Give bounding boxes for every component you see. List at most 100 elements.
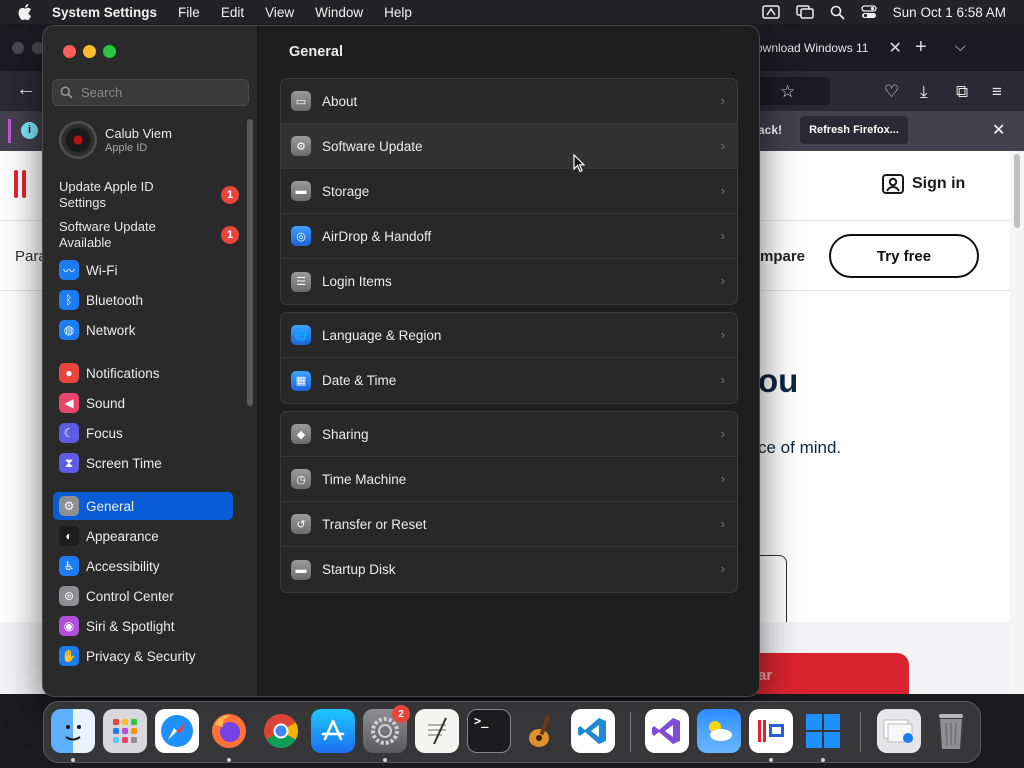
app-store-icon[interactable] bbox=[311, 709, 355, 753]
row-label: Language & Region bbox=[322, 327, 442, 343]
page-nav-fragment-left[interactable]: Para bbox=[15, 248, 47, 265]
chevron-right-icon: › bbox=[720, 372, 725, 387]
apple-menu-icon[interactable] bbox=[18, 4, 36, 20]
row-startup-disk[interactable]: ▬ Startup Disk › bbox=[281, 547, 737, 592]
disk-icon: ▬ bbox=[291, 559, 311, 580]
sidebar-item-network[interactable]: ◍ Network bbox=[53, 316, 233, 344]
extensions-icon[interactable]: ⧉ bbox=[956, 82, 968, 102]
downloads-stack-icon[interactable] bbox=[877, 709, 921, 753]
sidebar-item-privacy-security[interactable]: ✋ Privacy & Security bbox=[53, 642, 233, 670]
row-language-region[interactable]: 🌐 Language & Region › bbox=[281, 313, 737, 358]
back-arrow-icon[interactable]: ← bbox=[16, 78, 36, 101]
window-close-button[interactable] bbox=[63, 45, 76, 58]
window-zoom-button[interactable] bbox=[103, 45, 116, 58]
sidebar-item-bluetooth[interactable]: ᛒ Bluetooth bbox=[53, 286, 233, 314]
menu-app-name[interactable]: System Settings bbox=[52, 5, 157, 20]
sidebar-item-label: Screen Time bbox=[86, 455, 162, 471]
menu-clock[interactable]: Sun Oct 1 6:58 AM bbox=[893, 5, 1006, 20]
textedit-icon[interactable] bbox=[415, 709, 459, 753]
windows-icon[interactable] bbox=[801, 709, 845, 753]
software-update-alert[interactable]: Software Update Available 1 bbox=[59, 219, 239, 251]
display-icon: ▭ bbox=[291, 91, 311, 111]
red-cta-button[interactable]: ar bbox=[740, 653, 909, 694]
sidebar-item-control-center[interactable]: ⊜ Control Center bbox=[53, 582, 233, 610]
dock-separator bbox=[630, 712, 631, 752]
parallels-status-icon[interactable] bbox=[761, 5, 780, 19]
hamburger-menu-icon[interactable]: ≡ bbox=[992, 82, 1002, 102]
sidebar-item-accessibility[interactable]: ♿ Accessibility bbox=[53, 552, 233, 580]
running-indicator bbox=[821, 758, 825, 762]
general-pane: General ▭ About › ⚙ Software Update › ▬ Storage… bbox=[259, 26, 759, 696]
sidebar-item-sound[interactable]: ◀ Sound bbox=[53, 389, 233, 417]
sidebar-item-siri-spotlight[interactable]: ◉ Siri & Spotlight bbox=[53, 612, 233, 640]
sign-in-link[interactable]: Sign in bbox=[882, 174, 965, 194]
visual-studio-icon[interactable] bbox=[645, 709, 689, 753]
bookmark-star-icon[interactable]: ☆ bbox=[780, 82, 795, 102]
refresh-firefox-button[interactable]: Refresh Firefox... bbox=[800, 116, 908, 144]
try-free-button[interactable]: Try free bbox=[829, 234, 979, 278]
alert-label: Update Apple ID Settings bbox=[59, 179, 154, 210]
menu-window[interactable]: Window bbox=[315, 5, 363, 20]
trash-icon[interactable] bbox=[929, 709, 973, 753]
system-settings-window: Calub Viem Apple ID Update Apple ID Sett… bbox=[43, 26, 759, 696]
parallels-icon[interactable] bbox=[749, 709, 793, 753]
sidebar-item-screen-time[interactable]: ⧗ Screen Time bbox=[53, 449, 233, 477]
sidebar-item-label: Network bbox=[86, 322, 136, 338]
menu-edit[interactable]: Edit bbox=[221, 5, 244, 20]
row-sharing[interactable]: ◆ Sharing › bbox=[281, 412, 737, 457]
sidebar-item-wi-fi[interactable]: 〰 Wi-Fi bbox=[53, 256, 233, 284]
row-airdrop-handoff[interactable]: ◎ AirDrop & Handoff › bbox=[281, 214, 737, 259]
weather-icon[interactable] bbox=[697, 709, 741, 753]
control-center-icon[interactable] bbox=[861, 5, 877, 19]
terminal-icon[interactable]: >_ bbox=[467, 709, 511, 753]
network-icon: ◍ bbox=[59, 320, 79, 340]
chevron-right-icon: › bbox=[720, 93, 725, 108]
garageband-icon[interactable] bbox=[519, 709, 563, 753]
page-scrollbar-thumb[interactable] bbox=[1014, 154, 1020, 228]
row-storage[interactable]: ▬ Storage › bbox=[281, 169, 737, 214]
search-icon bbox=[60, 86, 74, 100]
running-indicator bbox=[227, 758, 231, 762]
row-about[interactable]: ▭ About › bbox=[281, 79, 737, 124]
safari-icon[interactable] bbox=[155, 709, 199, 753]
page-nav-fragment-right[interactable]: mpare bbox=[760, 248, 805, 265]
row-software-update[interactable]: ⚙ Software Update › bbox=[281, 124, 737, 169]
running-indicator bbox=[71, 758, 75, 762]
sidebar-item-label: Sound bbox=[86, 395, 126, 411]
search-input[interactable] bbox=[81, 85, 241, 100]
spotlight-search-icon[interactable] bbox=[830, 5, 845, 20]
menu-view[interactable]: View bbox=[265, 5, 294, 20]
row-transfer-or-reset[interactable]: ↺ Transfer or Reset › bbox=[281, 502, 737, 547]
tab-list-chevron-icon[interactable]: ⌵ bbox=[955, 38, 966, 55]
info-icon: i bbox=[21, 122, 38, 139]
sidebar-item-focus[interactable]: ☾ Focus bbox=[53, 419, 233, 447]
chrome-icon[interactable] bbox=[259, 709, 303, 753]
row-login-items[interactable]: ☰ Login Items › bbox=[281, 259, 737, 304]
downloads-icon[interactable]: ⤓ bbox=[920, 82, 928, 102]
apple-id-account[interactable]: Calub Viem Apple ID bbox=[59, 119, 244, 161]
sign-in-label: Sign in bbox=[912, 175, 966, 192]
sidebar-item-appearance[interactable]: ◐ Appearance bbox=[53, 522, 233, 550]
sidebar-item-notifications[interactable]: ● Notifications bbox=[53, 359, 233, 387]
notification-close-icon[interactable]: ✕ bbox=[992, 120, 1005, 140]
new-tab-icon[interactable]: + bbox=[915, 36, 927, 59]
page-scrollbar-track bbox=[1010, 151, 1024, 694]
update-apple-id-alert[interactable]: Update Apple ID Settings 1 bbox=[59, 179, 239, 211]
menu-file[interactable]: File bbox=[178, 5, 200, 20]
hero-subtitle-fragment: ce of mind. bbox=[758, 438, 842, 457]
sidebar-scrollbar[interactable] bbox=[247, 119, 253, 406]
window-minimize-button[interactable] bbox=[83, 45, 96, 58]
row-date-time[interactable]: ▦ Date & Time › bbox=[281, 358, 737, 403]
pocket-icon[interactable]: ♡ bbox=[884, 82, 899, 102]
vscode-icon[interactable] bbox=[571, 709, 615, 753]
sidebar-item-general[interactable]: ⚙ General bbox=[53, 492, 233, 520]
firefox-icon[interactable] bbox=[207, 709, 251, 753]
launchpad-icon[interactable] bbox=[103, 709, 147, 753]
screen-mirroring-icon[interactable] bbox=[795, 5, 814, 19]
row-time-machine[interactable]: ◷ Time Machine › bbox=[281, 457, 737, 502]
reset-icon: ↺ bbox=[291, 514, 311, 534]
finder-icon[interactable] bbox=[51, 709, 95, 753]
sidebar-item-label: Wi-Fi bbox=[86, 262, 118, 278]
tab-close-icon[interactable]: ✕ bbox=[889, 38, 902, 58]
menu-help[interactable]: Help bbox=[384, 5, 412, 20]
